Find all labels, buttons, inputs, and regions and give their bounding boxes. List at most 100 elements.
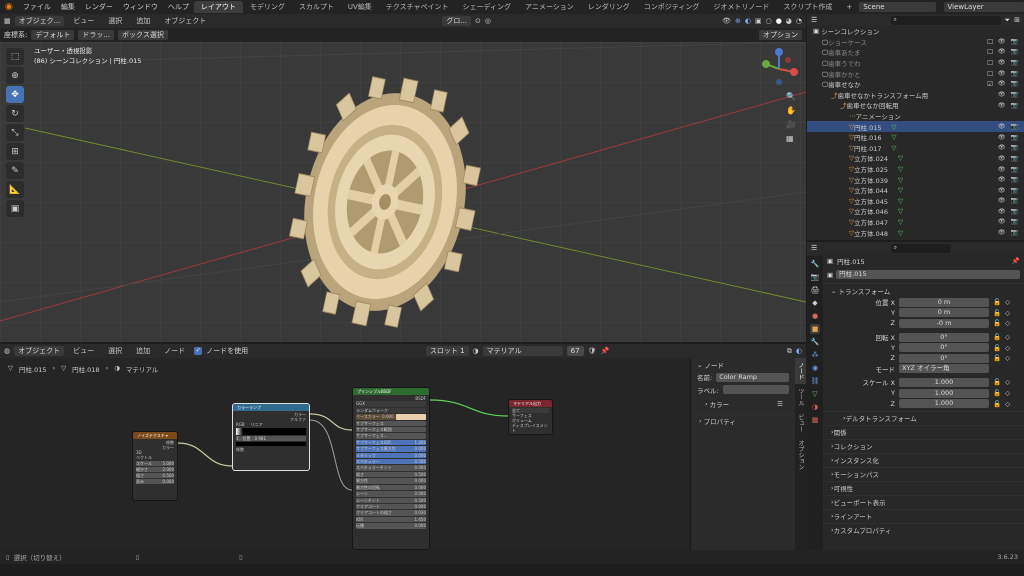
keyframe-icon[interactable]: ◇ xyxy=(1005,319,1010,327)
exclude-checkbox[interactable]: ☐ xyxy=(987,48,993,56)
eye-icon[interactable]: 👁 xyxy=(998,197,1006,204)
node-name-field[interactable]: Color Ramp xyxy=(716,372,789,382)
location-y-field[interactable]: 0 m xyxy=(899,308,989,318)
keyframe-icon[interactable]: ◇ xyxy=(1005,333,1010,341)
tab-uv[interactable]: UV編集 xyxy=(341,1,379,13)
tab-shading[interactable]: シェーディング xyxy=(456,1,519,13)
ramp-stop-color[interactable] xyxy=(236,442,306,446)
camera-icon[interactable]: 📷 xyxy=(1011,229,1018,236)
tab-layout[interactable]: レイアウト xyxy=(193,1,243,13)
material-props-icon[interactable]: ◑ xyxy=(810,402,820,412)
mesh-data-icon[interactable]: ▽ xyxy=(891,123,896,131)
principled-bsdf-node[interactable]: プリンシプルBSDF BSDF GGX ランダムウォーク ベースカラー 0.000… xyxy=(352,387,430,550)
node-menu-add[interactable]: 追加 xyxy=(131,346,155,356)
bsdf-input-row[interactable]: スペキュラー 0.500 xyxy=(356,459,426,465)
properties-section-header[interactable]: › デルタトランスフォーム xyxy=(823,410,1024,425)
overlay-node-icon[interactable]: ◐ xyxy=(796,347,802,355)
bsdf-input-value[interactable]: 0.000 xyxy=(415,453,426,458)
bsdf-input-row[interactable]: 粗さ 0.500 xyxy=(356,471,426,478)
scale-tool-icon[interactable]: ⤡ xyxy=(6,124,24,141)
mesh-data-icon[interactable]: ▽ xyxy=(898,197,903,205)
keyframe-icon[interactable]: ◇ xyxy=(1005,298,1010,306)
drag-dropdown[interactable]: ドラッ... xyxy=(78,30,115,40)
outliner-item[interactable]: ▽ 立方体.025 ▽ 👁 📷 xyxy=(807,164,1024,175)
add-cube-tool-icon[interactable]: ▣ xyxy=(6,200,24,217)
material-users-count[interactable]: 67 xyxy=(566,346,584,356)
camera-icon[interactable]: 📷 xyxy=(1011,176,1018,183)
annotate-tool-icon[interactable]: ✎ xyxy=(6,162,24,179)
render-props-icon[interactable]: 📷 xyxy=(810,272,820,282)
keyframe-icon[interactable]: ◇ xyxy=(1005,378,1010,386)
camera-icon[interactable]: 📷 xyxy=(1011,218,1018,225)
bsdf-input-row[interactable]: クリアコート 0.000 xyxy=(356,503,426,510)
view-layer-selector[interactable]: ViewLayer xyxy=(943,2,1024,12)
mesh-data-icon[interactable]: ▽ xyxy=(898,165,903,173)
viewport-menu-view[interactable]: ビュー xyxy=(68,16,99,26)
properties-section-header[interactable]: › 関係 xyxy=(823,424,1024,439)
node-properties-panel[interactable]: › プロパティ xyxy=(691,413,795,428)
camera-icon[interactable]: 📷 xyxy=(1011,48,1018,56)
mesh-data-icon[interactable]: ▽ xyxy=(898,186,903,194)
scale-z-field[interactable]: 1.000 xyxy=(899,399,989,409)
new-collection-icon[interactable]: ⊞ xyxy=(1014,16,1020,24)
eye-icon[interactable]: 👁 xyxy=(998,91,1006,98)
pin-icon[interactable]: 📌 xyxy=(600,347,609,355)
shading-rendered-icon[interactable]: ◔ xyxy=(796,17,802,25)
ramp-gradient[interactable] xyxy=(236,428,306,435)
outliner-search-field[interactable]: ⌕ xyxy=(890,15,1001,25)
object-name-field[interactable]: 円柱.015 xyxy=(836,270,1020,279)
bsdf-input-row[interactable]: サブサーフェス xyxy=(356,420,426,427)
mesh-data-icon[interactable]: ▽ xyxy=(898,176,903,184)
texture-props-icon[interactable]: ▩ xyxy=(810,415,820,425)
bsdf-dist[interactable]: GGX xyxy=(356,401,426,407)
lock-icon[interactable]: 🔓 xyxy=(993,354,1001,362)
tab-geometry-nodes[interactable]: ジオメトリノード xyxy=(706,1,776,13)
bsdf-input-value[interactable]: 0.000 xyxy=(415,504,426,509)
tab-tool[interactable]: ツール xyxy=(795,384,806,410)
gizmo-icon[interactable]: ⊕ xyxy=(735,17,741,25)
outliner-item[interactable]: ▢ 歯車せなか ☑ 👁 📷 xyxy=(807,79,1024,90)
material-output-node[interactable]: マテリアル出力 全て サーフェス ボリューム ディスプレイスメント xyxy=(508,399,553,435)
keyframe-icon[interactable]: ◇ xyxy=(1005,354,1010,362)
camera-icon[interactable]: 📷 xyxy=(1011,134,1018,141)
transform-tool-icon[interactable]: ⊞ xyxy=(6,143,24,160)
lock-icon[interactable]: 🔓 xyxy=(993,298,1001,306)
tab-scripting[interactable]: スクリプト作成 xyxy=(776,1,839,13)
mode-dropdown[interactable]: オブジェク... xyxy=(14,16,65,26)
noise-texture-node[interactable]: ノイズテクスチャ 係数 カラー 3D ベクトル スケール 5.000 細かさ 2.0… xyxy=(132,431,178,501)
particles-props-icon[interactable]: ⁂ xyxy=(810,350,820,360)
bsdf-input-row[interactable]: 伝播 0.000 xyxy=(356,523,426,529)
outliner-item[interactable]: ▽ 立方体.024 ▽ 👁 📷 xyxy=(807,153,1024,164)
base-color-swatch[interactable] xyxy=(395,414,426,420)
viewport-menu-object[interactable]: オブジェクト xyxy=(159,16,211,26)
menu-help[interactable]: ヘルプ xyxy=(163,2,194,12)
node-color-subpanel[interactable]: › カラー ☰ xyxy=(691,399,795,410)
shading-wire-icon[interactable]: ○ xyxy=(766,17,772,25)
pivot-dropdown[interactable]: グロ... xyxy=(442,16,472,26)
bsdf-input-value[interactable]: 0.000 xyxy=(415,491,426,496)
eye-icon[interactable]: 👁 xyxy=(998,144,1006,151)
tab-options[interactable]: オプション xyxy=(795,436,806,474)
xray-icon[interactable]: ▣ xyxy=(755,17,762,25)
properties-search-field[interactable]: ⌕ xyxy=(890,243,951,253)
mesh-data-icon[interactable]: ▽ xyxy=(898,207,903,215)
camera-icon[interactable]: 📷 xyxy=(1011,91,1018,98)
properties-section-header[interactable]: › モーションパス xyxy=(823,466,1024,481)
tab-node[interactable]: ノード xyxy=(795,358,806,384)
tab-view[interactable]: ビュー xyxy=(795,410,806,436)
outliner-item[interactable]: ▢ 歯車うでわ ☐ 👁 📷 xyxy=(807,58,1024,69)
eye-icon[interactable]: 👁 xyxy=(998,48,1006,56)
camera-icon[interactable]: 📷 xyxy=(1011,38,1018,46)
bsdf-input-row[interactable]: スペキュラーチント 0.000 xyxy=(356,465,426,471)
color-ramp-node[interactable]: カラーランプ カラー アルファ RGB リニア 1 位置 0.981 係数 xyxy=(232,403,310,471)
tab-rendering[interactable]: レンダリング xyxy=(581,1,637,13)
node-editor-type-icon[interactable]: ◍ xyxy=(4,347,10,355)
ramp-interp[interactable]: リニア xyxy=(251,422,263,427)
navigation-gizmo[interactable] xyxy=(756,46,802,92)
tab-texture-paint[interactable]: テクスチャペイント xyxy=(379,1,456,13)
grid-view-icon[interactable]: ▦ xyxy=(786,134,796,143)
viewport-menu-select[interactable]: 選択 xyxy=(103,16,127,26)
exclude-checkbox[interactable]: ☐ xyxy=(987,70,993,78)
bsdf-input-row[interactable]: シーン 0.000 xyxy=(356,491,426,497)
eye-icon[interactable]: 👁 xyxy=(998,176,1006,183)
